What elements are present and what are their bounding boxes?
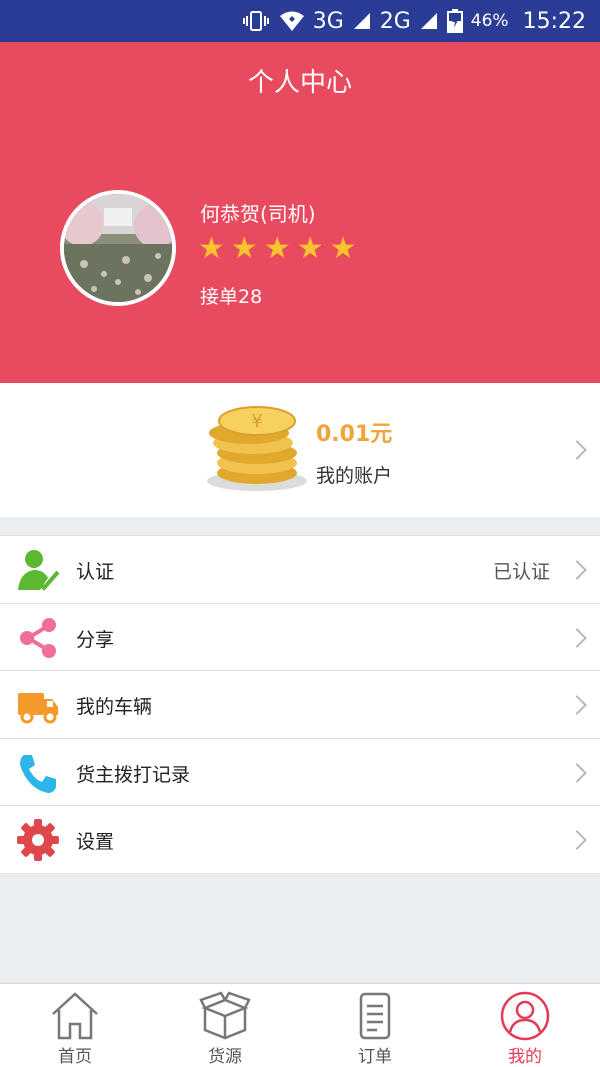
menu-label: 分享 [76,628,115,651]
menu-item-share[interactable]: 分享 [0,604,600,671]
menu-label: 设置 [76,831,115,853]
driver-name: 何恭贺(司机) [200,202,316,226]
menu-label: 货主拨打记录 [76,763,191,786]
order-count: 接单28 [200,286,263,308]
account-label: 我的账户 [316,465,393,487]
tab-label: 我的 [508,1047,542,1067]
battery-icon [446,9,463,33]
menu-item-my-vehicle[interactable]: 我的车辆 [0,671,600,739]
verification-status: 已认证 [492,561,550,583]
menu-label: 认证 [76,561,115,583]
account-balance: 0.01元 [316,422,393,447]
tab-home[interactable]: 首页 [0,984,150,1067]
battery-percent: 46% [470,11,509,31]
star-icon: ★ [263,231,291,266]
avatar[interactable] [60,190,176,306]
box-icon [199,991,251,1040]
bottom-tab-bar: 首页 货源 订单 我的 [0,983,600,1067]
profile-header: 个人中心 何恭贺(司机) ★ ★ ★ ★ ★ 接单28 [0,42,600,383]
coins-icon: ¥ [207,406,307,491]
order-icon [359,992,391,1040]
status-bar: 3G 2G 46% 15:22 [0,0,600,42]
vibrate-icon [241,10,271,32]
network-2g-label: 2G [379,8,411,34]
wifi-icon [279,10,305,32]
tab-orders[interactable]: 订单 [300,984,450,1067]
chevron-right-icon [567,695,587,715]
chevron-right-icon [567,627,587,648]
tab-label: 订单 [358,1047,392,1067]
gear-icon [17,819,59,861]
star-icon: ★ [296,231,324,266]
signal-icon [419,11,439,31]
share-icon [20,617,56,658]
chevron-right-icon [567,560,587,580]
my-account-row[interactable]: ¥ 0.01元 我的账户 [0,383,600,517]
svg-text:¥: ¥ [251,411,262,432]
star-icon: ★ [230,231,258,266]
chevron-right-icon [567,440,587,460]
tab-label: 货源 [208,1047,242,1067]
clock: 15:22 [522,8,586,34]
home-icon [52,992,98,1040]
truck-icon [18,693,58,724]
menu-item-call-records[interactable]: 货主拨打记录 [0,739,600,806]
tab-cargo[interactable]: 货源 [150,984,300,1067]
page-title: 个人中心 [247,68,352,98]
star-icon: ★ [329,231,357,266]
menu-list: 认证 已认证 分享 我的车辆 货主拨打记录 设置 [0,535,600,874]
menu-item-settings[interactable]: 设置 [0,806,600,874]
chevron-right-icon [567,830,587,850]
network-3g-label: 3G [312,8,344,34]
signal-icon [352,11,372,31]
user-icon [500,991,550,1041]
user-check-icon [18,550,60,591]
rating-stars: ★ ★ ★ ★ ★ [198,234,357,264]
chevron-right-icon [567,762,587,783]
tab-mine[interactable]: 我的 [450,984,600,1067]
menu-item-verification[interactable]: 认证 已认证 [0,536,600,604]
menu-label: 我的车辆 [76,696,153,718]
phone-icon [20,754,56,793]
star-icon: ★ [198,231,225,266]
tab-label: 首页 [58,1047,92,1067]
